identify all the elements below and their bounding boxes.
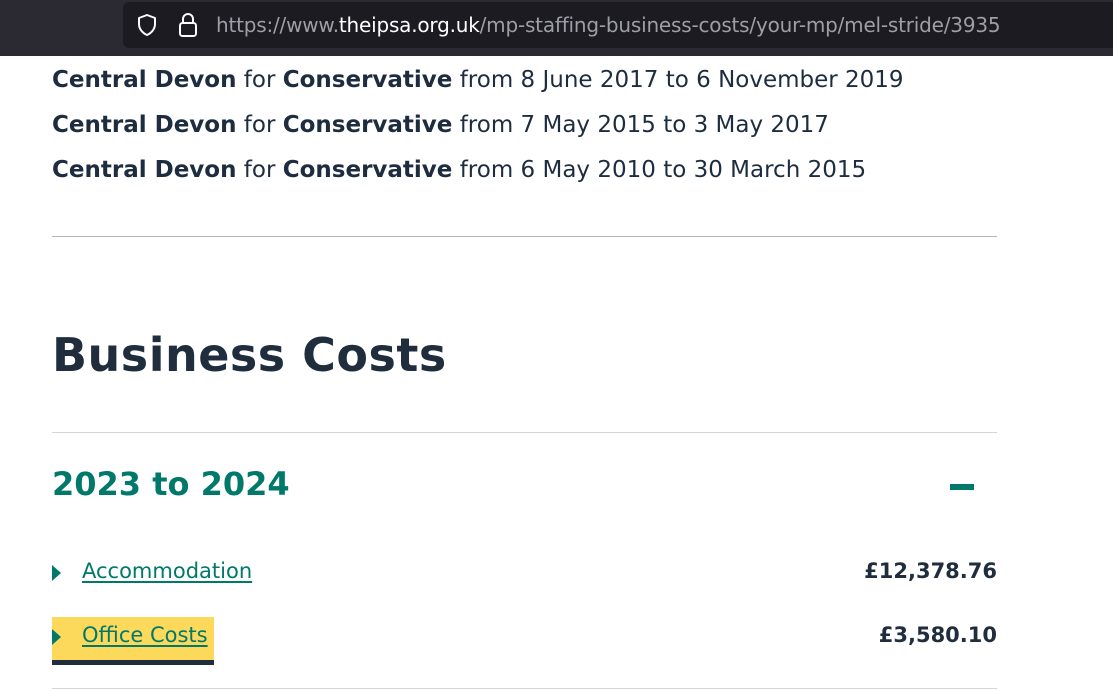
term-dates: from 7 May 2015 to 3 May 2017 <box>459 112 829 138</box>
url-text[interactable]: https://www.theipsa.org.uk/mp-staffing-b… <box>216 13 1001 37</box>
term-entry: Central Devon for Conservative from 8 Ju… <box>52 67 904 93</box>
party: Conservative <box>282 67 453 93</box>
term-dates: from 6 May 2010 to 30 March 2015 <box>459 157 867 183</box>
accommodation-amount: £12,378.76 <box>864 559 997 583</box>
url-host: theipsa.org.uk <box>338 13 480 37</box>
divider <box>52 432 997 433</box>
section-title: Business Costs <box>52 328 447 382</box>
office-costs-amount: £3,580.10 <box>878 623 997 647</box>
term-entry: Central Devon for Conservative from 7 Ma… <box>52 112 829 138</box>
term-for: for <box>243 112 276 138</box>
divider <box>52 236 997 237</box>
url-path: /mp-staffing-business-costs/your-mp/mel-… <box>479 13 1001 37</box>
accommodation-link[interactable]: Accommodation <box>82 559 252 583</box>
constituency: Central Devon <box>52 67 237 93</box>
shield-icon[interactable] <box>135 13 159 37</box>
party: Conservative <box>282 112 453 138</box>
office-costs-link[interactable]: Office Costs <box>82 623 208 647</box>
constituency: Central Devon <box>52 157 237 183</box>
constituency: Central Devon <box>52 112 237 138</box>
expand-triangle-icon[interactable] <box>52 629 61 645</box>
term-for: for <box>243 67 276 93</box>
lock-icon[interactable] <box>177 12 199 38</box>
url-scheme: https://www. <box>216 13 339 37</box>
term-dates: from 8 June 2017 to 6 November 2019 <box>459 67 904 93</box>
party: Conservative <box>282 157 453 183</box>
divider <box>52 688 997 689</box>
year-heading[interactable]: 2023 to 2024 <box>52 465 290 503</box>
cost-row-office-costs: Office Costs £3,580.10 <box>52 617 997 665</box>
cost-row-accommodation: Accommodation £12,378.76 <box>52 555 997 595</box>
term-entry: Central Devon for Conservative from 6 Ma… <box>52 157 866 183</box>
collapse-minus-icon[interactable] <box>950 484 974 490</box>
expand-triangle-icon[interactable] <box>52 565 61 581</box>
browser-toolbar: https://www.theipsa.org.uk/mp-staffing-b… <box>0 0 1113 56</box>
term-for: for <box>243 157 276 183</box>
